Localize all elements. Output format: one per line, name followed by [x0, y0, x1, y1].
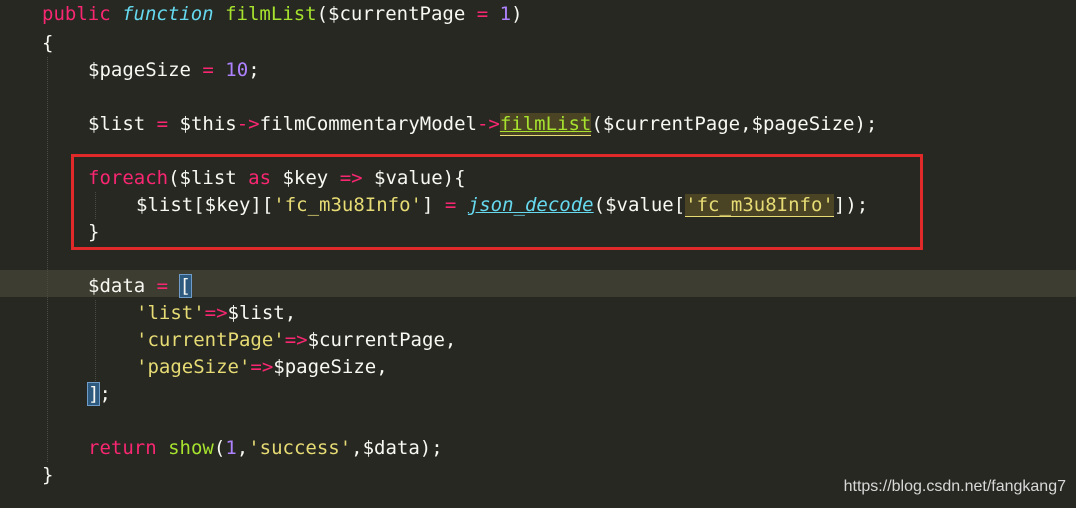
paren: )	[511, 3, 523, 25]
code-line-13[interactable]: return show(1,'success',$data);	[88, 435, 443, 462]
function-call: show	[168, 437, 214, 459]
variable: $list	[88, 113, 157, 135]
red-highlight-box	[71, 154, 923, 250]
semicolon: ;	[99, 383, 111, 405]
code-line-9[interactable]: 'list'=>$list,	[136, 300, 296, 327]
variable: $pageSize,	[273, 356, 388, 378]
variable: $list,	[227, 302, 297, 324]
number: 1	[499, 3, 512, 25]
string: 'currentPage'	[136, 329, 285, 351]
arguments: ,$data);	[351, 437, 443, 459]
code-editor[interactable]: public function filmList($currentPage = …	[0, 0, 1076, 508]
string: 'list'	[136, 302, 205, 324]
variable: $currentPage,	[307, 329, 457, 351]
brace-open: {	[42, 32, 54, 54]
code-line-12[interactable]: ];	[86, 381, 111, 408]
semicolon: ;	[248, 59, 260, 81]
variable: $pageSize	[88, 59, 203, 81]
number: 10	[225, 59, 249, 81]
operator: =>	[204, 302, 228, 324]
code-line-2[interactable]: {	[42, 30, 53, 57]
bracket-close: ]	[86, 382, 101, 406]
operator: =	[156, 113, 169, 135]
params: ($currentPage	[316, 3, 477, 25]
indent-guide	[47, 57, 48, 462]
indent-guide	[95, 300, 96, 381]
keyword-function: function	[122, 3, 214, 25]
method-call[interactable]: filmList	[499, 113, 592, 136]
operator: =	[476, 3, 489, 25]
code-line-4[interactable]: $list = $this->filmCommentaryModel->film…	[88, 111, 877, 138]
bracket-open: [	[178, 274, 193, 298]
arguments: ($currentPage,$pageSize);	[591, 113, 878, 135]
variable: $data	[88, 275, 157, 297]
operator: =	[156, 275, 169, 297]
code-line-8[interactable]: $data = [	[88, 273, 193, 300]
arrow-operator: ->	[236, 113, 260, 135]
keyword-return: return	[88, 437, 157, 459]
code-line-3[interactable]: $pageSize = 10;	[88, 57, 260, 84]
string: 'success'	[248, 437, 352, 459]
code-line-10[interactable]: 'currentPage'=>$currentPage,	[136, 327, 456, 354]
watermark: https://blog.csdn.net/fangkang7	[843, 478, 1066, 495]
operator: =>	[250, 356, 274, 378]
code-line-14[interactable]: }	[42, 462, 53, 489]
function-name: filmList	[225, 3, 317, 25]
code-line-11[interactable]: 'pageSize'=>$pageSize,	[136, 354, 388, 381]
number: 1	[225, 437, 237, 459]
brace-close: }	[42, 464, 54, 486]
comma: ,	[236, 437, 249, 459]
operator: =	[202, 59, 214, 81]
operator: =>	[284, 329, 308, 351]
paren: (	[213, 437, 226, 459]
property: filmCommentaryModel	[259, 113, 477, 135]
variable-this: $this	[168, 113, 237, 135]
keyword-public: public	[42, 3, 111, 25]
string: 'pageSize'	[136, 356, 251, 378]
code-line-1[interactable]: public function filmList($currentPage = …	[42, 1, 523, 28]
arrow-operator: ->	[476, 113, 500, 135]
